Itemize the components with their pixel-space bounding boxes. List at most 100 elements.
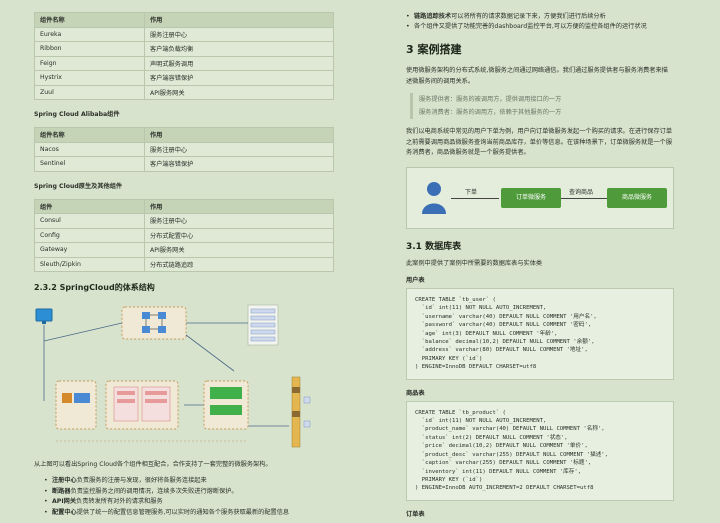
flow-arrow [561, 197, 607, 199]
user-icon [422, 181, 446, 214]
table-row: Sentinel 客户端容错保护 [34, 156, 334, 172]
table-cell: Zuul [34, 84, 145, 100]
table-row: Hystrix 客户端容错保护 [34, 70, 334, 86]
order-table-label: 订单表 [406, 510, 425, 518]
bullet-text: 各个组件又提供了功能完善的dashboard监控平台,可以方便的监控各组件的运行… [414, 22, 647, 30]
quote-provider: 服务提供者：服务的被调用方，提供调用接口的一方 [419, 96, 562, 103]
order-service-box: 订单微服务 [501, 187, 561, 208]
table-cell: Hystrix [34, 70, 145, 86]
alibaba-components-table: 组件名称 作用 Nacos 服务注册中心 Sentinel 客户端容错保护 [34, 127, 334, 172]
left-column: 组件名称 作用 Eureka 服务注册中心 Ribbon 客户端负载均衡 Feign… [28, 0, 350, 523]
arch-heading: 2.3.2 SpringCloud的体系结构 [34, 283, 155, 292]
table-cell: Eureka [34, 26, 145, 42]
right-top-bullets: 链路追踪技术可以将所有的请求数据记录下来，方便我们进行后续分析 各个组件又提供了… [406, 12, 680, 31]
table-cell: Config [34, 227, 145, 243]
table-cell: 服务注册中心 [144, 141, 334, 157]
table-row: Nacos 服务注册中心 [34, 141, 334, 157]
table-row: Config 分布式配置中心 [34, 227, 334, 243]
db-heading: 3.1 数据库表 [406, 241, 462, 252]
arch-bullet-list: 注册中心负责服务的注册与发现，很好将各服务连接起来 断路器负责监控服务之间的调用… [44, 476, 350, 518]
code-line: ) ENGINE=InnoDB DEFAULT CHARSET=utf8 [415, 364, 537, 371]
table-cell: Gateway [34, 242, 145, 258]
table-header-cell: 作用 [144, 127, 334, 143]
code-line: PRIMARY KEY (`id`) [415, 476, 483, 483]
code-line: `password` varchar(40) DEFAULT NULL COMM… [415, 322, 592, 329]
flow-label-query: 查询商品 [569, 188, 594, 196]
flow-label-order: 下单 [465, 188, 478, 196]
architecture-diagram [34, 301, 334, 451]
bullet-strong: 配置中心 [52, 508, 77, 516]
code-line: `id` int(11) NOT NULL AUTO_INCREMENT, [415, 305, 547, 312]
section-heading-alibaba: Spring Cloud Alibaba组件 [34, 111, 120, 118]
list-item: 注册中心负责服务的注册与发现，很好将各服务连接起来 [44, 476, 350, 487]
table-cell: 服务注册中心 [144, 213, 334, 229]
table-header-cell: 组件名称 [34, 127, 145, 143]
table-row: Gateway API服务网关 [34, 242, 334, 258]
code-line: `username` varchar(40) DEFAULT NULL COMM… [415, 313, 597, 320]
netflix-components-table: 组件名称 作用 Eureka 服务注册中心 Ribbon 客户端负载均衡 Feign… [34, 12, 334, 100]
bullet-text: 可以将所有的请求数据记录下来，方便我们进行后续分析 [451, 13, 606, 20]
case-example: 我们以电商系统中常见的用户下单为例，用户向订单微服务发起一个购买的请求。在进行保… [406, 128, 673, 156]
bullet-strong: API网关 [52, 498, 77, 505]
user-table-label: 用户表 [406, 277, 425, 284]
table-header-cell: 作用 [144, 198, 334, 214]
quote-consumer: 服务消费者：服务的调用方，依赖于其他服务的一方 [419, 109, 562, 116]
table-cell: Ribbon [34, 41, 145, 57]
table-cell: Sleuth/Zipkin [34, 256, 145, 272]
table-header-cell: 组件名称 [34, 12, 145, 28]
bullet-text: 负责转发所有对外的请求和服务 [76, 498, 163, 505]
service-flow-diagram: 下单 订单微服务 查询商品 商品微服务 [406, 166, 674, 229]
table-row: Sleuth/Zipkin 分布式链路追踪 [34, 256, 334, 272]
code-line: `inventory` int(11) DEFAULT NULL COMMENT… [415, 468, 582, 475]
bullet-strong: 注册中心 [52, 477, 77, 484]
user-sql-block: CREATE TABLE `tb_user` ( `id` int(11) NO… [406, 288, 674, 380]
code-line: CREATE TABLE `tb_user` ( [415, 297, 496, 303]
code-line: `age` int(3) DEFAULT NULL COMMENT '年龄', [415, 330, 558, 337]
table-cell: 分布式链路追踪 [144, 256, 334, 272]
config-stack [247, 304, 279, 346]
table-cell: API服务网关 [144, 242, 334, 258]
client-monitor-icon [35, 308, 53, 324]
table-row: Zuul API服务网关 [34, 84, 334, 100]
table-header-row: 组件名称 作用 [34, 127, 334, 143]
bullet-text: 提供了统一的配置信息管理服务,可以实时的通知各个服务获取最新的配置信息 [76, 508, 290, 516]
table-cell: 服务注册中心 [144, 26, 334, 42]
table-cell: Sentinel [34, 156, 145, 172]
bullet-strong: 断路器 [52, 487, 71, 495]
case-intro: 使用微服务架构的分布式系统,微服务之间通过网络通信。我们通过服务提供者与服务消费… [406, 67, 668, 85]
code-line: `caption` varchar(255) DEFAULT NULL COMM… [415, 460, 592, 467]
product-table-label: 商品表 [406, 389, 425, 397]
table-row: Eureka 服务注册中心 [34, 26, 334, 42]
table-cell: Consul [34, 213, 145, 229]
table-cell: Feign [34, 55, 145, 71]
table-row: Consul 服务注册中心 [34, 213, 334, 229]
list-item: API网关负责转发所有对外的请求和服务 [44, 497, 350, 508]
table-cell: 分布式配置中心 [144, 227, 334, 243]
list-item: 链路追踪技术可以将所有的请求数据记录下来，方便我们进行后续分析 [406, 12, 680, 22]
right-column: 链路追踪技术可以将所有的请求数据记录下来，方便我们进行后续分析 各个组件又提供了… [400, 0, 680, 523]
table-cell: Nacos [34, 141, 145, 157]
code-line: PRIMARY KEY (`id`) [415, 355, 483, 362]
list-item: 各个组件又提供了功能完善的dashboard监控平台,可以方便的监控各组件的运行… [406, 22, 680, 32]
code-line: ) ENGINE=InnoDB AUTO_INCREMENT=2 DEFAULT… [415, 485, 594, 492]
bullet-text: 负责服务的注册与发现，很好将各服务连接起来 [76, 477, 207, 484]
table-row: Ribbon 客户端负载均衡 [34, 41, 334, 57]
architecture-svg [35, 304, 311, 448]
code-line: `product_desc` varchar(255) DEFAULT NULL… [415, 451, 609, 458]
gateway-box [55, 380, 97, 430]
table-header-row: 组件 作用 [34, 198, 334, 214]
registry-box [121, 306, 187, 340]
bullet-strong: 链路追踪技术 [414, 13, 452, 20]
table-cell: 客户端容错保护 [144, 70, 334, 86]
list-item: 配置中心提供了统一的配置信息管理服务,可以实时的通知各个服务获取最新的配置信息 [44, 508, 350, 519]
product-service-box: 商品微服务 [607, 187, 667, 208]
code-line: `product_name` varchar(40) DEFAULT NULL … [415, 426, 605, 433]
code-line: `id` int(11) NOT NULL AUTO_INCREMENT, [415, 418, 547, 425]
product-sql-block: CREATE TABLE `tb_product` ( `id` int(11)… [406, 400, 674, 501]
code-line: `address` varchar(80) DEFAULT NULL COMME… [415, 347, 588, 354]
table-cell: API服务网关 [144, 84, 334, 100]
role-quotes: 服务提供者：服务的被调用方，提供调用接口的一方 服务消费者：服务的调用方，依赖于… [410, 93, 674, 119]
table-cell: 客户端负载均衡 [144, 41, 334, 57]
case-heading: 3 案例搭建 [406, 43, 462, 56]
table-header-cell: 组件 [34, 198, 145, 214]
